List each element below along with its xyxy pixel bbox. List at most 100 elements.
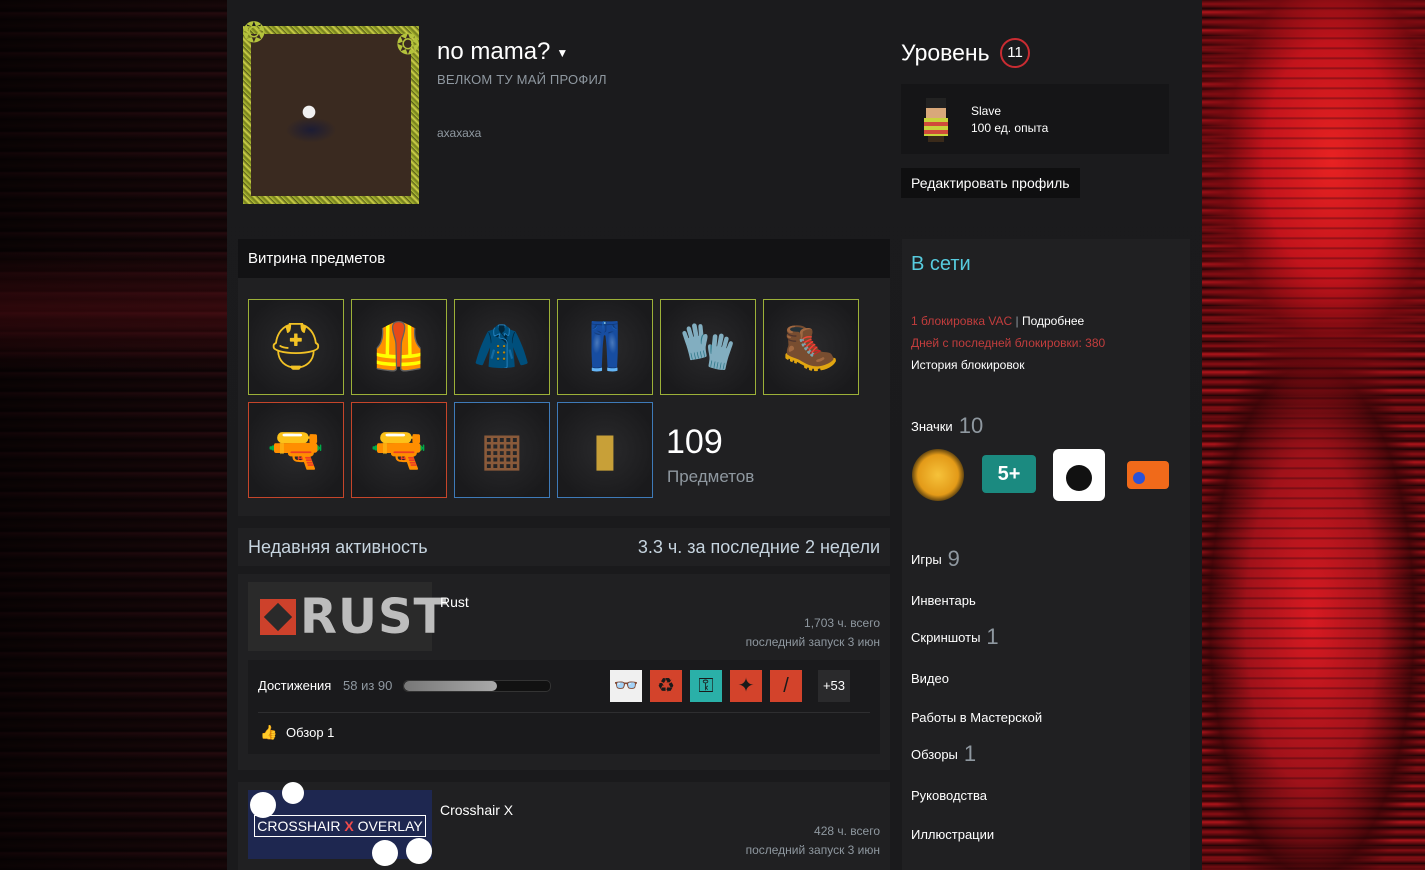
hours-value: 3.3 <box>637 537 663 557</box>
crate-icon: ▦ <box>480 423 524 475</box>
favorite-badge-xp: 100 ед. опыта <box>971 121 1049 135</box>
helmet-item[interactable]: ⛑ <box>248 299 344 395</box>
crate-item[interactable]: ▦ <box>454 402 550 498</box>
wolf-frame-icon: ❂ <box>396 29 420 60</box>
boots-item[interactable]: 🥾 <box>763 299 859 395</box>
level-badge[interactable]: 11 <box>1000 38 1031 68</box>
achievements-label[interactable]: Достижения <box>258 678 331 693</box>
gloves-item[interactable]: 🧤 <box>660 299 756 395</box>
years-badge-icon[interactable]: 5+ <box>982 455 1036 493</box>
game-total-hours: 428 ч. всего <box>814 824 880 838</box>
slave-badge-icon <box>919 98 953 142</box>
background-right <box>1202 0 1425 870</box>
game-name[interactable]: Crosshair X <box>440 802 513 818</box>
pants-item[interactable]: 👖 <box>557 299 653 395</box>
videos-link[interactable]: Видео <box>911 671 949 686</box>
screenshots-link[interactable]: Скриншоты 1 <box>911 624 999 650</box>
avatar[interactable]: ❂ ❂ <box>237 16 425 208</box>
gun-achievement-icon[interactable]: ✦ <box>730 670 762 702</box>
review-link[interactable]: Обзор 1 <box>286 725 334 740</box>
vac-ban-line: 1 блокировка VAC | Подробнее <box>911 314 1084 328</box>
crosshair-logo-text: CROSSHAIR X OVERLAY <box>254 815 426 837</box>
artwork-link[interactable]: Иллюстрации <box>911 827 994 842</box>
vac-details-link[interactable]: Подробнее <box>1022 314 1084 328</box>
white-rifle-icon: 🔫 <box>267 423 325 475</box>
favorite-badge[interactable]: Slave 100 ед. опыта <box>901 84 1169 154</box>
profile-sidebar: В сети 1 блокировка VAC | Подробнее Дней… <box>902 239 1190 870</box>
game-last-played: последний запуск 3 июн <box>745 843 880 857</box>
door-icon: ▮ <box>592 423 618 475</box>
recent-activity-hours: 3.3 ч. за последние 2 недели <box>638 537 880 558</box>
workshop-link[interactable]: Работы в Мастерской <box>911 710 1042 725</box>
avatar-image <box>251 34 411 196</box>
recycle-achievement-icon[interactable]: ♻ <box>650 670 682 702</box>
level-label: Уровень <box>901 39 990 66</box>
weeks-unit: недели <box>819 537 880 557</box>
door-item[interactable]: ▮ <box>557 402 653 498</box>
rust-logo-text: RUST <box>300 589 448 645</box>
badges-label: Значки <box>911 419 953 434</box>
games-link[interactable]: Игры 9 <box>911 546 960 572</box>
separator: | <box>1015 314 1019 328</box>
reviews-link[interactable]: Обзоры 1 <box>911 741 976 767</box>
more-achievements-button[interactable]: +53 <box>818 670 850 702</box>
crosshair-x-capsule[interactable]: CROSSHAIR X OVERLAY <box>248 782 432 866</box>
hoodie-item[interactable]: 🧥 <box>454 299 550 395</box>
chestplate-item[interactable]: 🦺 <box>351 299 447 395</box>
favorite-badge-name: Slave <box>971 104 1002 118</box>
logo-word: OVERLAY <box>357 818 423 834</box>
orange-badge-icon[interactable] <box>1127 461 1169 489</box>
screenshots-label: Скриншоты <box>911 630 981 645</box>
recent-activity-title[interactable]: Недавняя активность <box>248 537 428 558</box>
games-count: 9 <box>947 546 960 571</box>
profile-headline: ВЕЛКОМ ТУ МАЙ ПРОФИЛ <box>437 72 607 87</box>
inventory-link[interactable]: Инвентарь <box>911 593 976 608</box>
games-label: Игры <box>911 552 942 567</box>
level-section: Уровень 11 <box>901 38 1031 68</box>
reviews-label: Обзоры <box>911 747 958 762</box>
white-rifle-item[interactable]: 🔫 <box>248 402 344 498</box>
recent-game-crosshair-x: CROSSHAIR X OVERLAY Crosshair X 428 ч. в… <box>238 782 890 870</box>
boots-icon: 🥾 <box>782 320 840 372</box>
online-status: В сети <box>911 253 971 275</box>
helmet-icon: ⛑ <box>266 320 326 372</box>
showcase-item-count[interactable]: 109 <box>666 423 723 462</box>
rust-capsule[interactable]: RUST <box>248 582 446 651</box>
profile-name: no mama? <box>437 38 551 65</box>
crosshair-decor-icon <box>282 782 304 804</box>
achievements-progress-bar <box>403 680 551 692</box>
game-name[interactable]: Rust <box>440 594 469 610</box>
graffiti-rifle-item[interactable]: 🔫 <box>351 402 447 498</box>
screenshots-count: 1 <box>986 624 999 649</box>
guides-link[interactable]: Руководства <box>911 788 987 803</box>
profile-name-menu[interactable]: no mama? ▼ <box>437 38 568 66</box>
chestplate-icon: 🦺 <box>370 320 428 372</box>
coin-badge-icon[interactable] <box>912 449 964 501</box>
hoodie-icon: 🧥 <box>473 320 531 372</box>
days-since-ban: Дней с последней блокировки: 380 <box>911 336 1106 350</box>
achievements-section: Достижения 58 из 90 👓 ♻ ⚿ ✦ / +53 👍 Обзо… <box>248 660 880 754</box>
reviews-count: 1 <box>963 741 977 766</box>
chevron-down-icon[interactable]: ▼ <box>556 46 568 60</box>
background-left <box>0 0 227 870</box>
edit-profile-button[interactable]: Редактировать профиль <box>901 168 1080 198</box>
divider <box>258 712 870 713</box>
showcase-item-count-label[interactable]: Предметов <box>667 467 754 487</box>
key-achievement-icon[interactable]: ⚿ <box>690 670 722 702</box>
game-last-played: последний запуск 3 июн <box>745 635 880 649</box>
graffiti-rifle-icon: 🔫 <box>370 423 428 475</box>
pants-icon: 👖 <box>576 320 634 372</box>
achievements-progress-fill <box>404 681 498 691</box>
badges-link[interactable]: Значки 10 <box>911 413 983 439</box>
profile-summary: ахахаха <box>437 126 482 140</box>
ban-history-link[interactable]: История блокировок <box>911 358 1024 372</box>
item-showcase: Витрина предметов ⛑ 🦺 🧥 👖 🧤 🥾 🔫 🔫 ▦ ▮ 109 Предмет… <box>238 239 890 516</box>
glasses-achievement-icon[interactable]: 👓 <box>610 670 642 702</box>
robot-badge-icon[interactable] <box>1053 449 1105 501</box>
logo-word: CROSSHAIR <box>257 818 341 834</box>
crosshair-decor-icon <box>406 838 432 864</box>
recent-activity-header: Недавняя активность 3.3 ч. за последние … <box>238 528 890 566</box>
knife-achievement-icon[interactable]: / <box>770 670 802 702</box>
vac-ban-count: 1 блокировка VAC <box>911 314 1013 328</box>
recent-game-rust: RUST Rust 1,703 ч. всего последний запус… <box>238 574 890 770</box>
